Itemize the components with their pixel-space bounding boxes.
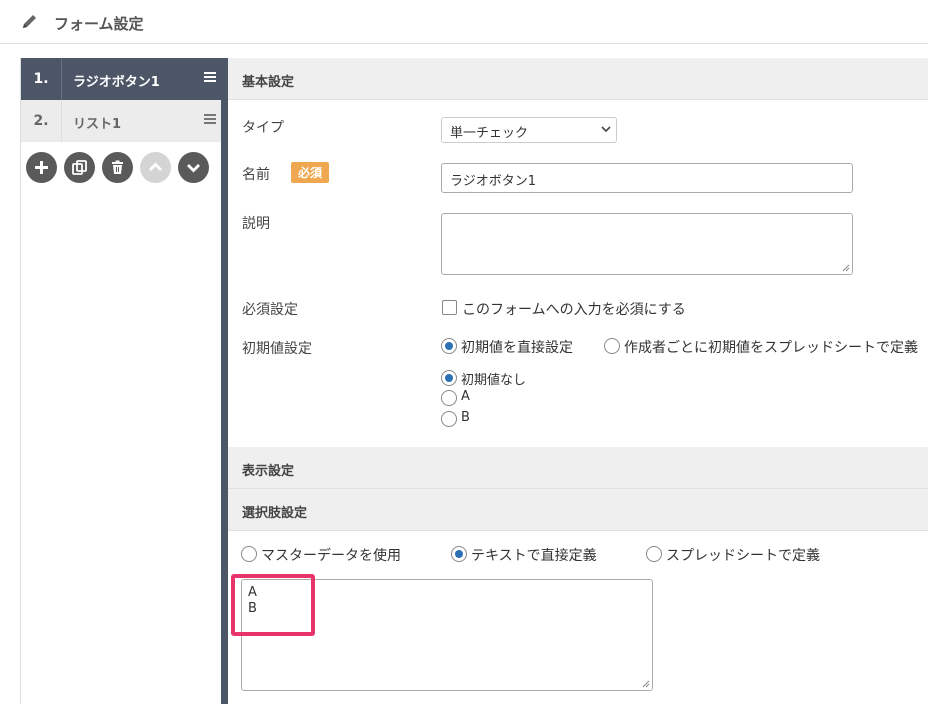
move-down-button[interactable] — [178, 152, 209, 183]
initial-none-radio[interactable] — [441, 370, 457, 386]
chevron-up-icon — [149, 162, 162, 171]
description-label: 説明 — [242, 216, 270, 232]
name-field[interactable]: ラジオボタン1 — [441, 163, 853, 193]
copy-button[interactable] — [64, 152, 95, 183]
copy-icon — [72, 160, 87, 175]
initial-none-label[interactable]: 初期値なし — [461, 369, 526, 388]
type-label: タイプ — [242, 120, 284, 136]
initial-spreadsheet-label[interactable]: 作成者ごとに初期値をスプレッドシートで定義 — [624, 337, 918, 357]
source-master-radio[interactable] — [241, 546, 257, 562]
source-spreadsheet-label[interactable]: スプレッドシートで定義 — [666, 545, 820, 565]
name-field-value: ラジオボタン1 — [450, 174, 537, 189]
display-settings-header[interactable]: 表示設定 — [228, 447, 928, 489]
plus-icon — [35, 161, 48, 174]
type-select[interactable]: 単一チェック — [441, 117, 617, 143]
sidebar-item-list[interactable]: 2. リスト1 — [21, 100, 221, 142]
initial-b-radio[interactable] — [441, 411, 457, 427]
source-text-label[interactable]: テキストで直接定義 — [471, 545, 597, 565]
pencil-icon — [23, 15, 36, 28]
initial-direct-radio[interactable] — [441, 338, 457, 354]
initial-direct-label[interactable]: 初期値を直接設定 — [461, 337, 573, 357]
delete-button[interactable] — [102, 152, 133, 183]
required-setting-label: 必須設定 — [242, 302, 298, 318]
initial-a-radio[interactable] — [441, 390, 457, 406]
source-spreadsheet-radio[interactable] — [646, 546, 662, 562]
initial-value-label: 初期値設定 — [242, 341, 312, 357]
item-number: 2. — [21, 100, 62, 142]
sidebar: 1. ラジオボタン1 2. リスト1 — [20, 58, 221, 704]
required-checkbox-label[interactable]: このフォームへの入力を必須にする — [462, 299, 686, 319]
resize-handle-icon[interactable] — [642, 680, 650, 688]
section-title: 表示設定 — [242, 464, 295, 479]
section-title: 選択肢設定 — [242, 506, 308, 521]
source-master-label[interactable]: マスターデータを使用 — [261, 545, 401, 565]
chevron-down-icon — [187, 164, 200, 173]
chevron-down-icon — [601, 126, 611, 133]
required-badge: 必須 — [291, 162, 330, 183]
required-checkbox[interactable] — [442, 300, 457, 315]
section-title: 基本設定 — [242, 75, 295, 90]
description-field[interactable] — [441, 213, 853, 275]
basic-settings-header[interactable]: 基本設定 — [228, 58, 928, 100]
sidebar-divider — [221, 58, 228, 704]
initial-a-label[interactable]: A — [461, 389, 470, 404]
page-title: フォーム設定 — [54, 15, 144, 33]
initial-spreadsheet-radio[interactable] — [604, 338, 620, 354]
type-select-value: 単一チェック — [450, 126, 529, 141]
initial-b-label[interactable]: B — [461, 410, 470, 425]
highlight-box — [231, 574, 315, 636]
page-header: フォーム設定 — [0, 0, 928, 44]
source-text-radio[interactable] — [451, 546, 467, 562]
trash-icon — [112, 160, 123, 174]
add-button[interactable] — [26, 152, 57, 183]
sidebar-item-label: リスト1 — [73, 117, 122, 132]
move-up-button[interactable] — [140, 152, 171, 183]
item-number: 1. — [21, 58, 62, 100]
resize-handle-icon[interactable] — [842, 264, 850, 272]
sidebar-item-label: ラジオボタン1 — [73, 75, 160, 90]
drag-handle-icon[interactable] — [204, 114, 216, 125]
choice-settings-header[interactable]: 選択肢設定 — [228, 489, 928, 531]
drag-handle-icon[interactable] — [204, 72, 216, 83]
settings-panel: 基本設定 タイプ 単一チェック 名前 必須 ラジオボタン1 説明 必須設定 この… — [228, 58, 928, 704]
sidebar-item-radio-button[interactable]: 1. ラジオボタン1 — [21, 58, 221, 100]
name-label: 名前 — [242, 167, 270, 183]
